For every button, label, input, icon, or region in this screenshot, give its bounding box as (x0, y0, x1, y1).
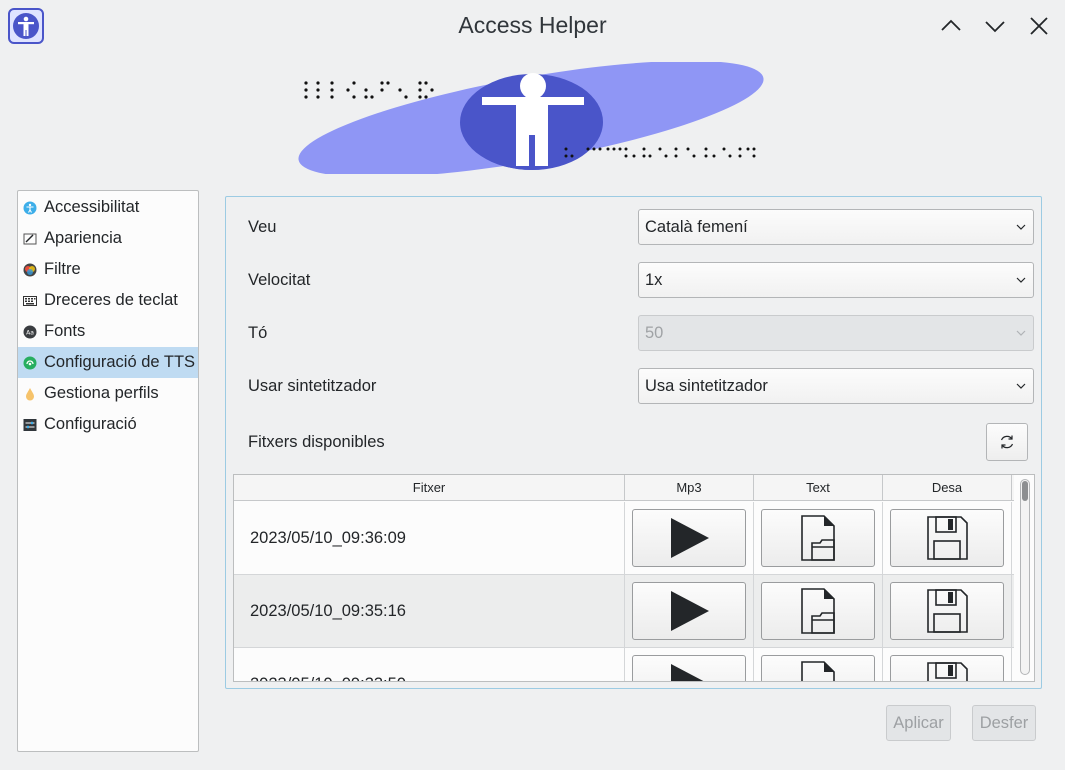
undo-button[interactable]: Desfer (972, 705, 1036, 741)
refresh-icon (1000, 435, 1014, 449)
table-row[interactable]: 2023/05/10_09:35:16 (234, 575, 1014, 648)
column-header-text[interactable]: Text (754, 475, 883, 500)
save-button[interactable] (890, 509, 1004, 567)
synthesizer-value: Usa sintetitzador (645, 376, 768, 395)
chevron-down-icon (985, 21, 1005, 33)
accessibility-icon (23, 201, 37, 215)
open-text-button[interactable] (761, 582, 875, 640)
speed-select[interactable]: 1x (638, 262, 1034, 298)
sidebar-item-fonts[interactable]: Aa Fonts (18, 316, 198, 347)
voice-value: Català femení (645, 217, 748, 236)
chevron-down-icon (1016, 383, 1026, 389)
open-text-button[interactable] (761, 509, 875, 567)
sidebar-item-label: Filtre (44, 260, 81, 278)
column-header-mp3[interactable]: Mp3 (625, 475, 754, 500)
apply-button[interactable]: Aplicar (886, 705, 951, 741)
column-header-save[interactable]: Desa (883, 475, 1012, 500)
scrollbar-thumb[interactable] (1022, 481, 1028, 501)
table-header: Fitxer Mp3 Text Desa (234, 475, 1014, 501)
header-banner (296, 62, 766, 174)
file-open-icon (801, 661, 835, 681)
sidebar-nav: Accessibilitat Apariencia Filtre Drecere… (17, 190, 199, 752)
play-icon (671, 591, 709, 631)
minimize-button[interactable] (937, 12, 965, 40)
file-name: 2023/05/10_09:33:50 (234, 648, 625, 681)
speed-label: Velocitat (248, 271, 311, 289)
settings-icon (23, 418, 37, 432)
chevron-down-icon (1016, 330, 1026, 336)
file-name: 2023/05/10_09:35:16 (234, 575, 625, 647)
speed-value: 1x (645, 270, 663, 289)
sidebar-item-settings[interactable]: Configuració (18, 409, 198, 440)
window-title: Access Helper (458, 12, 607, 38)
chevron-up-icon (941, 19, 961, 31)
maximize-button[interactable] (981, 12, 1009, 40)
pitch-label: Tó (248, 324, 268, 342)
save-button[interactable] (890, 582, 1004, 640)
sidebar-item-manage-profiles[interactable]: Gestiona perfils (18, 378, 198, 409)
title-bar: Access Helper (0, 0, 1065, 52)
play-icon (671, 664, 704, 681)
sidebar-item-keyboard-shortcuts[interactable]: Dreceres de teclat (18, 285, 198, 316)
save-icon (927, 516, 968, 560)
sidebar-item-label: Accessibilitat (44, 198, 140, 216)
close-button[interactable] (1025, 12, 1053, 40)
synthesizer-select[interactable]: Usa sintetitzador (638, 368, 1034, 404)
sidebar-item-label: Gestiona perfils (44, 384, 159, 402)
tts-icon (23, 356, 37, 370)
filter-icon (23, 263, 37, 277)
column-header-file[interactable]: Fitxer (234, 475, 625, 500)
synthesizer-label: Usar sintetitzador (248, 377, 377, 395)
sidebar-item-label: Configuració de TTS (44, 353, 196, 371)
table-scrollbar[interactable] (1020, 479, 1030, 675)
voice-select[interactable]: Català femení (638, 209, 1034, 245)
chevron-down-icon (1016, 277, 1026, 283)
save-button[interactable] (890, 655, 1004, 681)
svg-text:Aa: Aa (26, 329, 34, 336)
accessibility-banner-graphic (298, 62, 764, 174)
play-mp3-button[interactable] (632, 509, 746, 567)
sidebar-item-label: Configuració (44, 415, 137, 433)
file-open-icon (801, 588, 835, 634)
play-mp3-button[interactable] (632, 582, 746, 640)
file-name: 2023/05/10_09:36:09 (234, 502, 625, 574)
tts-settings-panel: Veu Català femení Velocitat 1x Tó 50 Usa… (225, 196, 1042, 689)
files-table: Fitxer Mp3 Text Desa 2023/05/10_09:36:09… (233, 474, 1035, 682)
save-icon (927, 589, 968, 633)
appearance-icon (23, 232, 37, 246)
play-mp3-button[interactable] (632, 655, 746, 681)
sidebar-item-tts-settings[interactable]: Configuració de TTS (18, 347, 198, 378)
sidebar-item-label: Fonts (44, 322, 86, 340)
open-text-button[interactable] (761, 655, 875, 681)
chevron-down-icon (1016, 224, 1026, 230)
pitch-value: 50 (645, 323, 664, 342)
profiles-icon (23, 387, 37, 401)
file-open-icon (801, 515, 835, 561)
sidebar-item-label: Apariencia (44, 229, 122, 247)
available-files-label: Fitxers disponibles (248, 433, 385, 451)
close-icon (1030, 17, 1048, 35)
keyboard-icon (23, 294, 37, 308)
sidebar-item-appearance[interactable]: Apariencia (18, 223, 198, 254)
save-icon (927, 662, 968, 681)
table-row[interactable]: 2023/05/10_09:33:50 (234, 648, 1014, 681)
table-row[interactable]: 2023/05/10_09:36:09 (234, 502, 1014, 575)
fonts-icon: Aa (23, 325, 37, 339)
refresh-button[interactable] (986, 423, 1028, 461)
sidebar-item-label: Dreceres de teclat (44, 291, 178, 309)
voice-label: Veu (248, 218, 277, 236)
play-icon (671, 518, 709, 558)
sidebar-item-filter[interactable]: Filtre (18, 254, 198, 285)
sidebar-item-accessibility[interactable]: Accessibilitat (18, 192, 198, 223)
pitch-select[interactable]: 50 (638, 315, 1034, 351)
